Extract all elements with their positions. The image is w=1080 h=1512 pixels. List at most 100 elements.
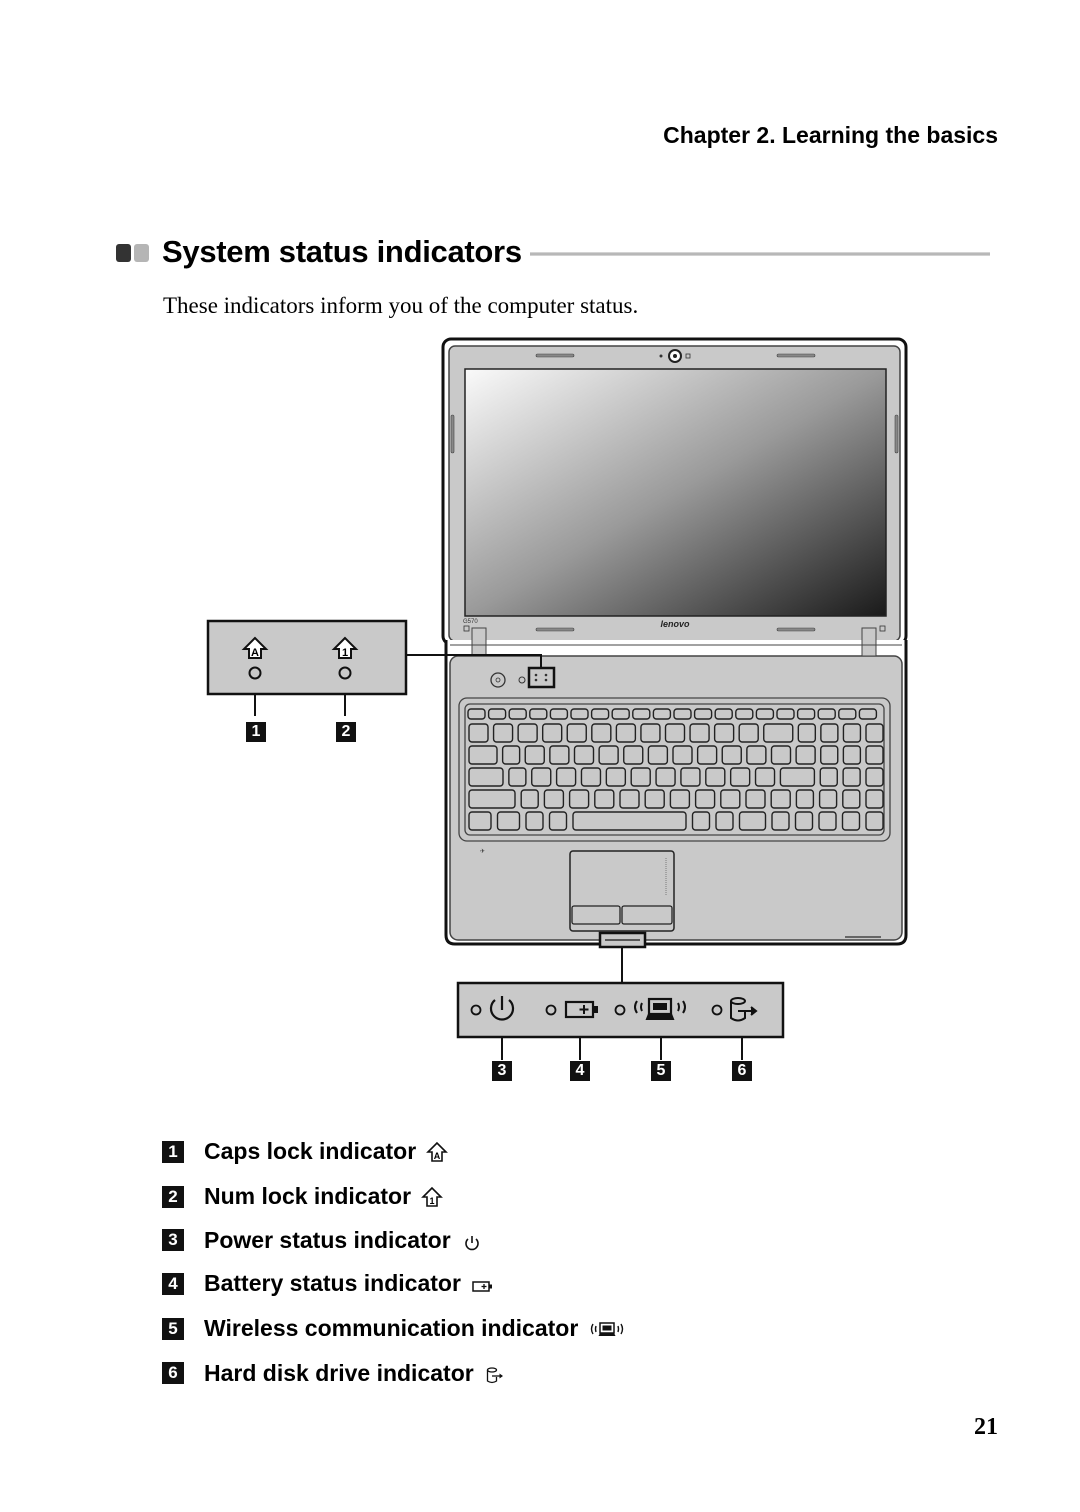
keyboard-key [615, 723, 637, 743]
hard-disk-icon [486, 1367, 503, 1384]
keyboard-key [818, 789, 838, 809]
keyboard-key [738, 723, 759, 743]
keyboard-key [865, 811, 884, 831]
keyboard-key [630, 767, 651, 787]
legend-label: Power status indicator [204, 1226, 451, 1253]
keyboard-key [623, 745, 644, 765]
caps-lock-icon: A [426, 1141, 449, 1162]
svg-text:1: 1 [430, 1196, 435, 1206]
svg-text:1: 1 [342, 647, 348, 659]
keyboard-key [525, 811, 544, 831]
keyboard-key [672, 745, 693, 765]
keyboard-key [598, 745, 619, 765]
keyboard-key [664, 723, 686, 743]
keyboard-key [570, 708, 589, 720]
keyboard-key [817, 708, 836, 720]
keyboard-key [691, 811, 711, 831]
keyboard-key [548, 811, 568, 831]
keyboard-key [529, 708, 548, 720]
keyboard-key [689, 723, 710, 743]
page-number: 21 [974, 1414, 998, 1440]
laptop-figure: G570 lenovo ✈ A 1 [206, 337, 908, 1060]
keyboard-key [549, 745, 570, 765]
keyboard-key [492, 723, 514, 743]
callout-badge-1: 1 [246, 722, 266, 742]
keyboard-key [842, 745, 862, 765]
svg-text:A: A [434, 1151, 441, 1161]
power-icon [464, 1236, 479, 1251]
touchpad-right-button [621, 905, 673, 925]
keyboard-key [770, 789, 791, 809]
keyboard-key [594, 789, 615, 809]
keyboard-key [520, 789, 539, 809]
keyboard-key [746, 745, 767, 765]
num-lock-icon: 1 [421, 1186, 443, 1207]
keyboard-key [647, 745, 669, 765]
battery-icon [472, 1280, 492, 1292]
keyboard-key [566, 723, 587, 743]
keyboard-key [713, 723, 735, 743]
keyboard-key [501, 745, 521, 765]
legend-item-power: 3 Power status indicator [162, 1226, 483, 1254]
legend-item-battery: 4 Battery status indicator [162, 1270, 495, 1297]
keyboard-key [541, 723, 563, 743]
keyboard-key [729, 767, 751, 787]
keyboard-key [517, 723, 538, 743]
keyboard-key [795, 745, 816, 765]
keyboard-key [467, 708, 486, 720]
keyboard-key [572, 811, 687, 831]
laptop-lid: G570 lenovo [441, 337, 908, 646]
keyboard-key [655, 767, 676, 787]
keyboard-key [820, 745, 839, 765]
keyboard-key [714, 708, 733, 720]
screen [464, 368, 887, 617]
legend-label: Hard disk drive indicator [204, 1359, 474, 1386]
legend-item-hard-disk: 6 Hard disk drive indicator [162, 1358, 506, 1388]
legend-badge: 4 [162, 1272, 184, 1295]
legend-label: Num lock indicator [204, 1183, 412, 1209]
keyboard-key [795, 789, 815, 809]
keyboard-key [745, 789, 766, 809]
keyboard-key [640, 723, 661, 743]
indicator-highlight [527, 666, 556, 689]
keyboard-key [524, 745, 545, 765]
keyboard-key [720, 789, 741, 809]
callout-front-indicators [456, 947, 785, 1060]
keyboard-key [680, 767, 701, 787]
callout-badge-2: 2 [336, 722, 356, 742]
touchpad-left-button [571, 905, 621, 925]
keyboard-key [796, 708, 816, 720]
keyboard-key [611, 708, 630, 720]
svg-text:✈: ✈ [480, 848, 485, 855]
legend-item-wireless: 5 Wireless communication indicator [162, 1315, 626, 1342]
svg-text:A: A [251, 647, 259, 659]
keyboard-key [771, 811, 790, 831]
keyboard-key [669, 789, 691, 809]
callout-badge-3: 3 [492, 1061, 512, 1081]
keyboard-key [468, 723, 489, 743]
keyboard-key [543, 789, 565, 809]
legend-badge: 2 [162, 1185, 184, 1208]
keyboard-key [819, 767, 838, 787]
keyboard-key [693, 708, 713, 720]
legend-badge: 5 [162, 1317, 184, 1340]
keyboard-key [508, 708, 527, 720]
keyboard-key [797, 723, 817, 743]
callout-badge-5: 5 [651, 1061, 671, 1081]
keyboard-key [738, 811, 767, 831]
keyboard-key [555, 767, 577, 787]
keyboard-key [652, 708, 672, 720]
legend-label: Battery status indicator [204, 1270, 461, 1296]
keyboard-key [865, 789, 884, 809]
keyboard-key [865, 767, 884, 787]
model-label: G570 [463, 619, 478, 625]
keyboard-key [842, 723, 862, 743]
legend-badge: 6 [162, 1362, 184, 1384]
keyboard-key [605, 767, 627, 787]
wireless-icon [591, 1321, 624, 1336]
brand-logo: lenovo [660, 619, 690, 629]
keyboard-key [705, 767, 726, 787]
keyboard-key [632, 708, 651, 720]
keyboard-key [590, 708, 610, 720]
keyboard-key [696, 745, 718, 765]
